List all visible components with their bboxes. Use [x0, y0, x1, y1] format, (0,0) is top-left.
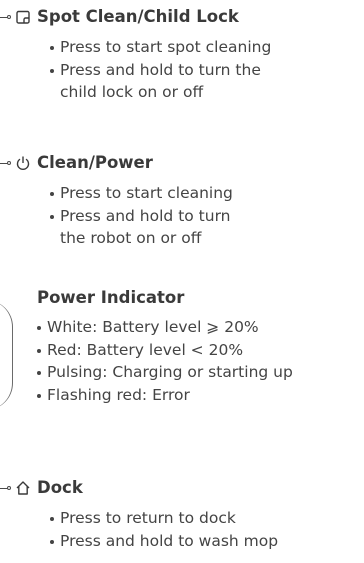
power-indicator-bullet-list: White: Battery level ⩾ 20% Red: Battery …: [37, 316, 293, 406]
list-item: Press to start spot cleaning: [50, 36, 271, 59]
leader-dot: [7, 15, 11, 19]
list-item: Pulsing: Charging or starting up: [37, 361, 293, 384]
leader-dot: [7, 161, 11, 165]
list-item: Press to start cleaning: [50, 182, 233, 205]
section-title-dock: Dock: [37, 478, 83, 497]
clean-power-bullet-list: Press to start cleaning Press and hold t…: [50, 182, 233, 250]
section-title-spot-clean: Spot Clean/Child Lock: [37, 7, 239, 26]
leader-dot: [7, 486, 11, 490]
home-icon: [15, 480, 31, 496]
spot-clean-bullet-list: Press to start spot cleaning Press and h…: [50, 36, 271, 104]
list-item: Press to return to dock: [50, 507, 278, 530]
spot-clean-icon: [15, 9, 31, 25]
list-item: Flashing red: Error: [37, 384, 293, 407]
section-title-power-indicator: Power Indicator: [37, 288, 185, 307]
list-item: White: Battery level ⩾ 20%: [37, 316, 293, 339]
dock-bullet-list: Press to return to dock Press and hold t…: [50, 507, 278, 552]
list-item: Press and hold to turn the robot on or of…: [50, 205, 233, 250]
section-title-clean-power: Clean/Power: [37, 153, 153, 172]
list-item: Press and hold to turn the child lock on …: [50, 59, 271, 104]
list-item: Red: Battery level < 20%: [37, 339, 293, 362]
power-icon: [15, 155, 31, 171]
manual-page: { "sections": [ { "icon": "spot-clean-ic…: [0, 0, 364, 563]
list-item: Press and hold to wash mop: [50, 530, 278, 553]
device-outline: [0, 300, 13, 410]
